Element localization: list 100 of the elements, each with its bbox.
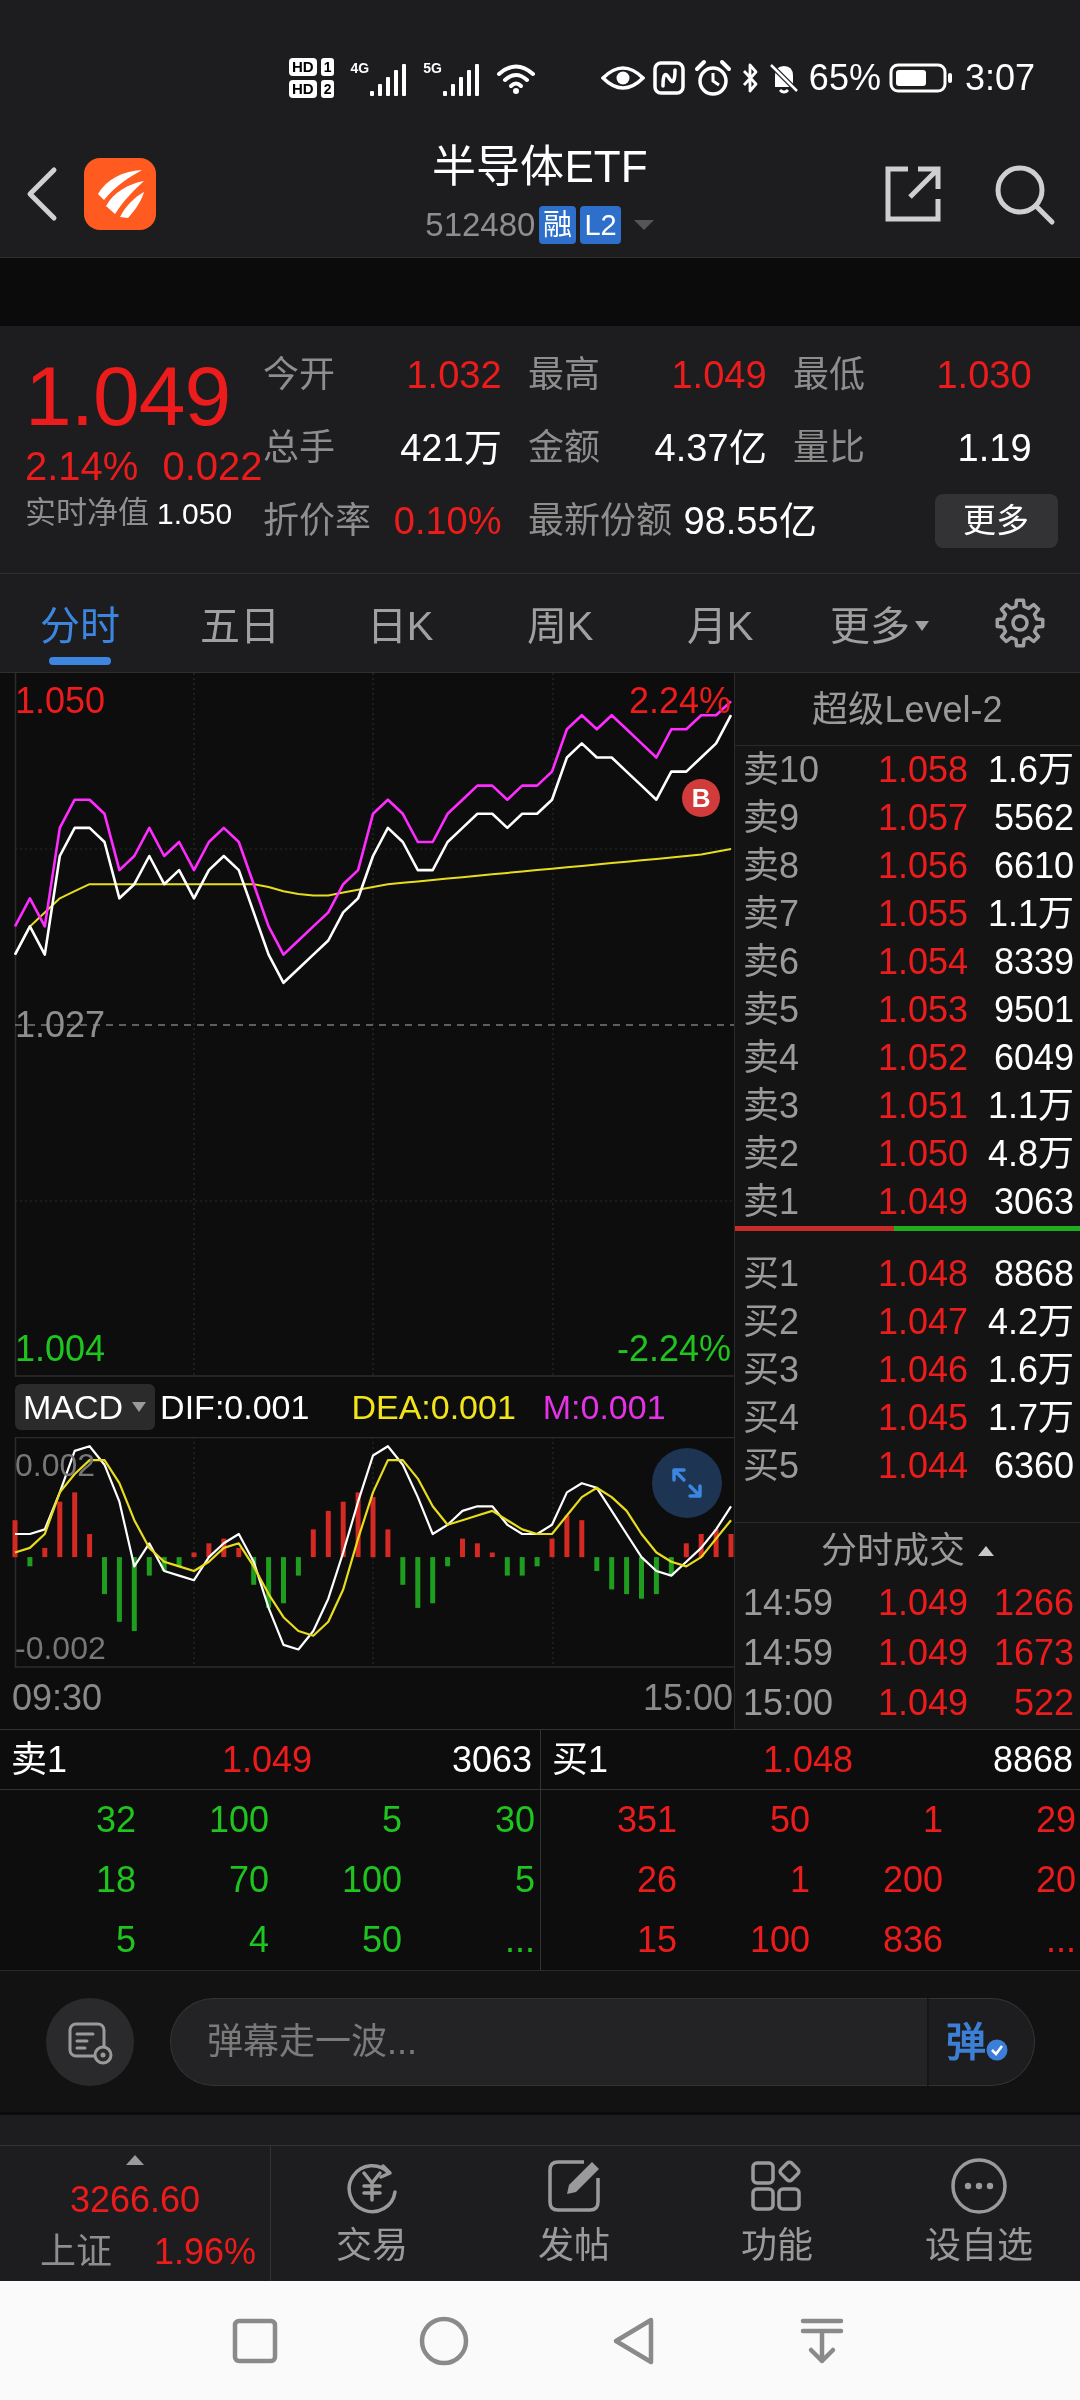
macd-bar <box>594 1557 600 1571</box>
bid-price: 1.045 <box>876 1396 968 1440</box>
caret-icon[interactable] <box>914 620 930 632</box>
macd-bar <box>206 1543 212 1558</box>
index-value: 3266.60 <box>69 2179 201 2221</box>
macd-bar <box>340 1501 346 1558</box>
order-size: 30 <box>493 1798 535 1842</box>
tab[interactable]: 月K <box>640 574 800 672</box>
comment-field[interactable]: 弹幕走一波... <box>170 1997 927 2086</box>
tab[interactable]: 日K <box>320 574 480 672</box>
macd-bar <box>549 1538 555 1558</box>
ask-price: 1.051 <box>876 1084 968 1128</box>
stock-title: 半导体ETF <box>432 140 648 193</box>
tab[interactable]: 更多 <box>800 574 960 672</box>
axis-label: 2.24% <box>628 679 731 724</box>
macd-bar <box>489 1552 495 1558</box>
macd-bar <box>176 1557 182 1567</box>
queue-level-label: 卖1 <box>11 1738 69 1782</box>
send-button[interactable]: 弹 <box>927 1997 1035 2086</box>
arrow-down-icon[interactable] <box>799 2316 844 2365</box>
order-size: 70 <box>227 1858 269 1902</box>
macd-bar <box>236 1547 242 1558</box>
order-size: ... <box>504 1918 535 1962</box>
nav-item[interactable]: 功能 <box>675 2146 878 2281</box>
stat-value: 1.032 <box>406 352 502 398</box>
order-size: 100 <box>340 1858 402 1902</box>
buy-marker: B <box>682 779 721 818</box>
settings-icon[interactable] <box>995 598 1045 648</box>
macd-bar <box>609 1557 615 1590</box>
macd-bar <box>519 1557 525 1576</box>
bluetooth-icon <box>740 61 759 95</box>
more-button[interactable]: 更多 <box>934 494 1058 548</box>
ellipsis-icon <box>948 2156 1009 2216</box>
trade-volume: 522 <box>1012 1681 1074 1725</box>
order-volume: 3063 <box>992 1180 1074 1224</box>
axis-label: 1.004 <box>15 1326 106 1371</box>
macd-bar <box>251 1557 257 1585</box>
sim-slot-tag: 1 <box>320 58 335 76</box>
order-size: 5 <box>513 1858 535 1902</box>
nav-item[interactable]: 设自选 <box>877 2146 1080 2281</box>
stat-value: 1.050 <box>157 495 233 532</box>
order-level-label: 卖5 <box>743 988 801 1032</box>
panel-title: 超级Level-2 <box>735 673 1080 746</box>
order-level-label: 卖1 <box>743 1180 801 1224</box>
macd-bar <box>191 1552 197 1558</box>
legend-value: DIF:0.001 <box>160 1386 311 1428</box>
index-change: 1.96% <box>153 2230 256 2274</box>
queue-level-label: 买1 <box>552 1738 610 1782</box>
macd-bar <box>310 1529 316 1558</box>
home-icon[interactable] <box>417 2314 470 2367</box>
macd-bar <box>57 1501 63 1558</box>
index-name: 上证 <box>40 2230 112 2274</box>
order-size: 32 <box>94 1798 136 1842</box>
order-size: 50 <box>360 1918 402 1962</box>
axis-label: -0.002 <box>15 1629 106 1668</box>
ask-price: 1.057 <box>876 796 968 840</box>
macd-bar <box>698 1534 704 1558</box>
caret-icon[interactable] <box>976 1544 995 1557</box>
order-volume: 1.1万 <box>986 892 1074 936</box>
ask-price: 1.050 <box>876 1132 968 1176</box>
order-size: 18 <box>94 1858 136 1902</box>
stat-value: 421万 <box>400 425 502 471</box>
order-volume: 1.7万 <box>986 1396 1074 1440</box>
trade-volume: 1266 <box>992 1581 1074 1625</box>
battery-percent: 65% <box>808 58 881 98</box>
order-size: 200 <box>881 1858 943 1902</box>
trade-price: 1.049 <box>876 1681 968 1725</box>
stat-label: 量比 <box>792 426 865 470</box>
tab[interactable]: 分时 <box>0 574 160 672</box>
macd-bar <box>221 1538 227 1558</box>
tab[interactable]: 周K <box>480 574 640 672</box>
ask-price: 1.049 <box>876 1180 968 1224</box>
wifi-icon <box>495 62 536 94</box>
order-level-label: 卖2 <box>743 1132 801 1176</box>
order-size: 26 <box>635 1858 677 1902</box>
stat-label: 金额 <box>527 426 600 470</box>
hd-tag: HD <box>289 58 317 76</box>
section-title: 分时成交 <box>820 1528 965 1573</box>
order-size: 1 <box>921 1798 943 1842</box>
order-size: 1 <box>788 1858 810 1902</box>
macd-bar <box>385 1529 391 1558</box>
indicator-dropdown[interactable]: MACD <box>15 1384 156 1430</box>
order-volume: 6360 <box>992 1444 1074 1488</box>
stat-label: 最低 <box>792 353 865 397</box>
nav-item[interactable]: 发帖 <box>473 2146 676 2281</box>
recents-icon[interactable] <box>231 2317 278 2364</box>
change-amount: 0.022 <box>162 443 263 490</box>
tab[interactable]: 五日 <box>160 574 320 672</box>
nav-item[interactable]: 交易 <box>271 2146 474 2281</box>
order-size: 20 <box>1034 1858 1076 1902</box>
macd-bar <box>146 1557 152 1576</box>
nfc-icon <box>652 61 685 95</box>
order-size: ... <box>1045 1918 1076 1962</box>
ask-price: 1.054 <box>876 940 968 984</box>
caret-icon[interactable] <box>131 1401 148 1413</box>
order-level-label: 卖3 <box>743 1084 801 1128</box>
trade-price: 1.049 <box>876 1631 968 1675</box>
order-size: 836 <box>881 1918 943 1962</box>
macd-bar <box>579 1520 585 1558</box>
queue-price: 1.048 <box>761 1738 853 1782</box>
